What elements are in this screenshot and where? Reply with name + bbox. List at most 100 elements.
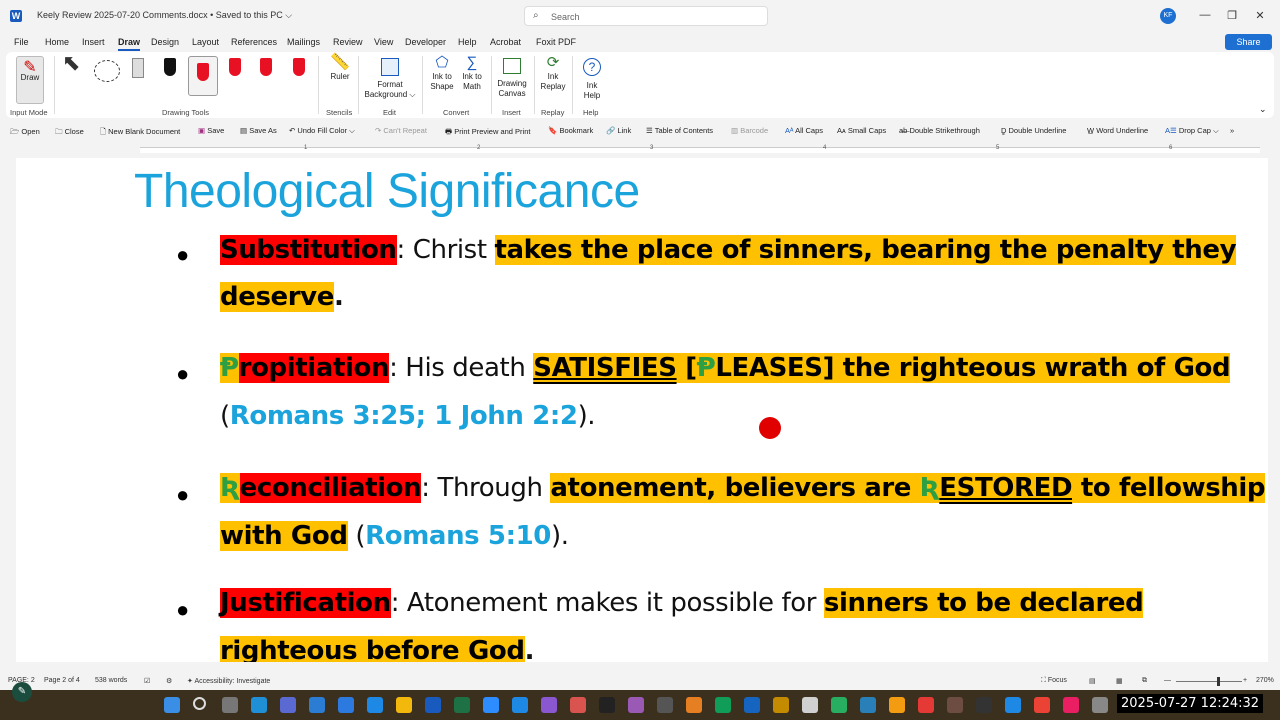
zoom-slider-thumb[interactable] bbox=[1217, 677, 1220, 686]
pen-red-3-icon[interactable] bbox=[260, 58, 272, 78]
list-item-propitiation-line2[interactable]: (Romans 3:25; 1 John 2:2). bbox=[220, 401, 596, 431]
tab-draw[interactable]: Draw bbox=[118, 37, 141, 51]
web-layout-icon[interactable]: ⧉ bbox=[1142, 677, 1147, 685]
read-mode-icon[interactable]: ▤ bbox=[1089, 677, 1096, 685]
undo-button[interactable]: ↶ Undo Fill Color ⌵ bbox=[289, 126, 355, 136]
tab-acrobat[interactable]: Acrobat bbox=[490, 37, 521, 47]
page-heading[interactable]: Theological Significance bbox=[134, 164, 640, 219]
pen-black-icon[interactable] bbox=[164, 58, 176, 78]
ink-help-button[interactable]: ? Ink Help bbox=[578, 58, 606, 101]
app-icon[interactable] bbox=[802, 697, 818, 713]
tab-view[interactable]: View bbox=[374, 37, 393, 47]
lasso-select-icon[interactable] bbox=[94, 60, 120, 82]
app-icon[interactable] bbox=[338, 697, 354, 713]
app-icon[interactable] bbox=[1005, 697, 1021, 713]
app-icon[interactable] bbox=[686, 697, 702, 713]
save-button[interactable]: ▣ Save bbox=[198, 126, 224, 135]
tab-mailings[interactable]: Mailings bbox=[287, 37, 320, 47]
app-icon[interactable] bbox=[367, 697, 383, 713]
highlighter-magenta-icon[interactable] bbox=[292, 58, 306, 78]
page-count[interactable]: Page 2 of 4 bbox=[44, 677, 80, 684]
share-button[interactable]: Share bbox=[1225, 34, 1272, 50]
ink-to-shape-button[interactable]: ⬠ Ink to Shape bbox=[428, 55, 456, 92]
horizontal-ruler[interactable]: 1 2 3 4 5 6 bbox=[0, 142, 1280, 156]
scripture-reference[interactable]: Romans 5:10 bbox=[365, 521, 551, 551]
tab-file[interactable]: File bbox=[14, 37, 29, 47]
word-app-icon[interactable]: W bbox=[10, 10, 22, 22]
tab-references[interactable]: References bbox=[231, 37, 277, 47]
app-icon[interactable] bbox=[744, 697, 760, 713]
tab-insert[interactable]: Insert bbox=[82, 37, 105, 47]
drawing-canvas-button[interactable]: Drawing Canvas bbox=[494, 58, 530, 99]
list-item-substitution-line2[interactable]: deserve. bbox=[220, 282, 344, 312]
task-view-icon[interactable] bbox=[222, 697, 238, 713]
tab-foxit-pdf[interactable]: Foxit PDF bbox=[536, 37, 576, 47]
excel-icon[interactable] bbox=[454, 697, 470, 713]
tab-help[interactable]: Help bbox=[458, 37, 477, 47]
app-icon[interactable] bbox=[1063, 697, 1079, 713]
focus-button[interactable]: ⛶ Focus bbox=[1041, 677, 1067, 685]
tab-developer[interactable]: Developer bbox=[405, 37, 446, 47]
list-item-propitiation-line1[interactable]: Ᵽropitiation: His death SATISFIES [ⱣLEAS… bbox=[220, 353, 1231, 383]
barcode-button[interactable]: ▥ Barcode bbox=[731, 126, 768, 135]
app-icon[interactable] bbox=[889, 697, 905, 713]
drop-cap-button[interactable]: A☰ Drop Cap ⌵ bbox=[1165, 126, 1219, 136]
restore-icon[interactable]: ❐ bbox=[1222, 9, 1242, 22]
search-input[interactable]: ⌕ Search bbox=[524, 6, 768, 26]
store-icon[interactable] bbox=[251, 697, 267, 713]
ruler-button[interactable]: 📏 Ruler bbox=[326, 55, 354, 82]
file-explorer-icon[interactable] bbox=[396, 697, 412, 713]
more-commands-icon[interactable]: » bbox=[1230, 126, 1234, 135]
app-icon[interactable] bbox=[947, 697, 963, 713]
avatar[interactable]: KF bbox=[1160, 8, 1176, 24]
close-button[interactable]: 🗀 Close bbox=[55, 126, 84, 139]
list-item-substitution-line1[interactable]: Substitution: Christ takes the place of … bbox=[220, 235, 1237, 265]
double-strikethrough-button[interactable]: a̶b̶ Double Strikethrough bbox=[899, 126, 980, 135]
ink-to-math-button[interactable]: ∑ Ink to Math bbox=[458, 55, 486, 92]
bookmark-button[interactable]: 🔖 Bookmark bbox=[548, 126, 593, 135]
new-blank-document-button[interactable]: 🗋 New Blank Document bbox=[100, 126, 180, 139]
list-item-reconciliation-line1[interactable]: Ʀeconciliation: Through atonement, belie… bbox=[220, 473, 1266, 503]
app-icon[interactable] bbox=[541, 697, 557, 713]
redo-button[interactable]: ↷ Can't Repeat bbox=[375, 126, 427, 135]
save-as-button[interactable]: ▤ Save As bbox=[240, 126, 277, 135]
eraser-icon[interactable] bbox=[132, 58, 144, 78]
table-of-contents-button[interactable]: ☰ Table of Contents bbox=[646, 126, 713, 135]
draw-mode-button[interactable]: ✎ Draw bbox=[16, 56, 44, 104]
app-icon[interactable] bbox=[976, 697, 992, 713]
word-count[interactable]: 538 words bbox=[95, 677, 127, 684]
app-icon[interactable] bbox=[773, 697, 789, 713]
scripture-reference[interactable]: Romans 3:25; 1 John 2:2 bbox=[230, 401, 578, 431]
list-item-justification-line1[interactable]: Justification: Atonement makes it possib… bbox=[220, 588, 1144, 618]
pen-red-2-icon[interactable] bbox=[229, 58, 241, 78]
edge-icon[interactable] bbox=[715, 697, 731, 713]
list-item-justification-line2[interactable]: righteous before God. bbox=[220, 636, 534, 662]
pen-red-selected-icon[interactable] bbox=[188, 56, 218, 96]
windows-start-icon[interactable] bbox=[164, 697, 180, 713]
app-icon[interactable] bbox=[657, 697, 673, 713]
document-title[interactable]: Keely Review 2025-07-20 Comments.docx • … bbox=[37, 10, 292, 21]
pen-menu-icon[interactable]: ✎ bbox=[12, 682, 32, 702]
open-button[interactable]: 🗁 Open bbox=[10, 126, 40, 139]
zoom-out-icon[interactable]: — bbox=[1164, 677, 1171, 684]
format-background-button[interactable]: Format Background ⌵ bbox=[362, 58, 418, 100]
document-page[interactable]: Theological Significance ● Substitution:… bbox=[16, 158, 1268, 662]
zoom-slider[interactable] bbox=[1176, 681, 1242, 682]
chrome-icon[interactable] bbox=[1034, 697, 1050, 713]
app-icon[interactable] bbox=[628, 697, 644, 713]
double-underline-button[interactable]: D̳ Double Underline bbox=[1001, 126, 1066, 135]
accessibility-status[interactable]: ✦ Accessibility: Investigate bbox=[187, 677, 270, 685]
collapse-ribbon-icon[interactable]: ⌄ bbox=[1259, 104, 1267, 114]
all-caps-button[interactable]: Aᴬ All Caps bbox=[785, 126, 823, 135]
ink-replay-button[interactable]: ⟳ Ink Replay bbox=[538, 55, 568, 92]
app-icon[interactable] bbox=[570, 697, 586, 713]
print-layout-icon[interactable]: ▦ bbox=[1116, 677, 1123, 685]
print-preview-button[interactable]: 🖶 Print Preview and Print bbox=[445, 126, 530, 139]
link-button[interactable]: 🔗 Link bbox=[606, 126, 631, 135]
tab-design[interactable]: Design bbox=[151, 37, 179, 47]
app-icon[interactable] bbox=[831, 697, 847, 713]
app-icon[interactable] bbox=[1092, 697, 1108, 713]
app-icon[interactable] bbox=[512, 697, 528, 713]
teams-icon[interactable] bbox=[280, 697, 296, 713]
zoom-in-icon[interactable]: + bbox=[1243, 677, 1247, 684]
